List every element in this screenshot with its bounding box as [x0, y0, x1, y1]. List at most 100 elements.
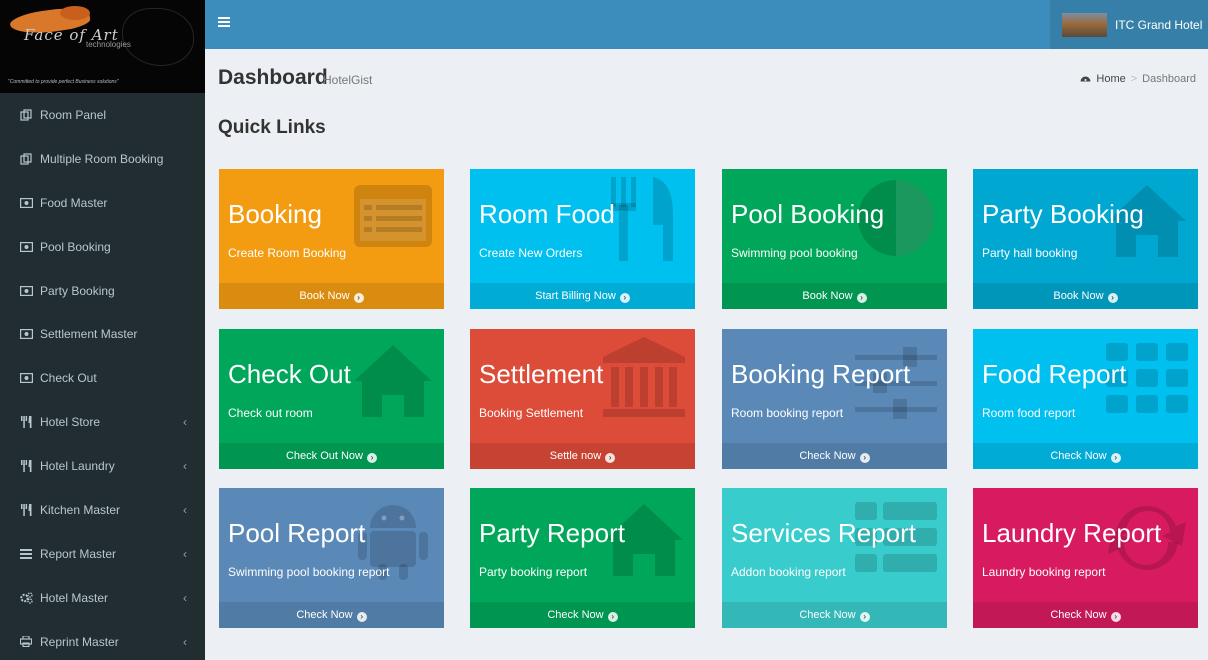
tile-subtitle: Create New Orders: [479, 246, 583, 260]
tile-party-report[interactable]: Party Report Party booking report Check …: [470, 488, 695, 628]
tile-party-booking[interactable]: Party Booking Party hall booking Book No…: [973, 169, 1198, 309]
sidebar-menu: Room Panel Multiple Room Booking Food Ma…: [0, 93, 205, 660]
tile-footer-link[interactable]: Check Now ›: [973, 443, 1198, 469]
tile-settlement[interactable]: Settlement Booking Settlement Settle now…: [470, 329, 695, 469]
sidebar-item-party-booking[interactable]: Party Booking: [0, 269, 205, 313]
arrow-circle-right-icon: ›: [607, 612, 618, 622]
money-icon: [19, 241, 33, 253]
arrow-circle-right-icon: ›: [1107, 293, 1118, 303]
sidebar-item-food-master[interactable]: Food Master: [0, 181, 205, 225]
print-icon: [19, 636, 33, 648]
tile-laundry-report[interactable]: Laundry Report Laundry booking report Ch…: [973, 488, 1198, 628]
tile-footer-link[interactable]: Check Now ›: [470, 602, 695, 628]
sidebar-item-pool-booking[interactable]: Pool Booking: [0, 225, 205, 269]
sidebar-item-label: Party Booking: [40, 283, 115, 298]
tile-footer-link[interactable]: Check Out Now ›: [219, 443, 444, 469]
chevron-left-icon: ‹: [183, 546, 187, 561]
sidebar-item-report-master[interactable]: Report Master ‹: [0, 532, 205, 576]
arrow-circle-right-icon: ›: [859, 612, 870, 622]
user-menu[interactable]: ITC Grand Hotel: [1050, 0, 1208, 49]
money-icon: [19, 372, 33, 384]
sidebar-item-settlement-master[interactable]: Settlement Master: [0, 312, 205, 356]
page-subtitle: HotelGist: [323, 73, 373, 87]
sidebar-item-hotel-store[interactable]: Hotel Store ‹: [0, 400, 205, 444]
tile-title: Laundry Report: [982, 518, 1162, 548]
tile-footer-label: Book Now: [1053, 290, 1104, 302]
sidebar-item-kitchen-master[interactable]: Kitchen Master ‹: [0, 488, 205, 532]
tile-room-food[interactable]: Room Food Create New Orders Start Billin…: [470, 169, 695, 309]
tile-check-out[interactable]: Check Out Check out room Check Out Now ›: [219, 329, 444, 469]
user-name: ITC Grand Hotel: [1115, 17, 1203, 32]
sidebar-item-multiple-room-booking[interactable]: Multiple Room Booking: [0, 137, 205, 181]
tile-footer-label: Settle now: [549, 450, 602, 462]
chevron-left-icon: ‹: [183, 590, 187, 605]
sidebar-item-reprint-master[interactable]: Reprint Master ‹: [0, 620, 205, 660]
sidebar-item-hotel-laundry[interactable]: Hotel Laundry ‹: [0, 444, 205, 488]
tile-footer-link[interactable]: Book Now ›: [722, 283, 947, 309]
tile-title: Pool Booking: [731, 199, 885, 229]
cutlery-icon: [19, 503, 33, 516]
tile-footer-link[interactable]: Start Billing Now ›: [470, 283, 695, 309]
tile-booking-report[interactable]: Booking Report Room booking report Check…: [722, 329, 947, 469]
logo-swoosh-accent: [60, 6, 90, 20]
sidebar-item-label: Report Master: [40, 546, 117, 561]
tile-subtitle: Party booking report: [479, 565, 588, 579]
tile-title: Room Food: [479, 199, 615, 229]
tile-footer-label: Check Out Now: [285, 450, 363, 462]
tile-title: Party Report: [479, 518, 625, 548]
tile-footer-link[interactable]: Book Now ›: [973, 283, 1198, 309]
tile-subtitle: Swimming pool booking: [731, 246, 858, 260]
tile-food-report[interactable]: Food Report Room food report Check Now ›: [973, 329, 1198, 469]
money-icon: [19, 328, 33, 340]
bank-icon: [601, 335, 687, 421]
tile-subtitle: Party hall booking: [982, 246, 1078, 260]
sidebar-item-room-panel[interactable]: Room Panel: [0, 93, 205, 137]
tile-footer-link[interactable]: Check Now ›: [219, 602, 444, 628]
tile-footer-label: Check Now: [547, 609, 604, 621]
chevron-left-icon: ‹: [183, 459, 187, 474]
rooms-icon: [19, 109, 33, 121]
tile-footer-link[interactable]: Settle now ›: [470, 443, 695, 469]
tile-footer-label: Book Now: [802, 290, 853, 302]
hamburger-icon[interactable]: [218, 14, 230, 32]
tile-subtitle: Room food report: [982, 406, 1076, 420]
list-icon: [19, 548, 33, 560]
tile-footer-link[interactable]: Book Now ›: [219, 283, 444, 309]
sidebar-item-check-out[interactable]: Check Out: [0, 356, 205, 400]
breadcrumb: Home > Dashboard: [1080, 73, 1196, 85]
tile-services-report[interactable]: Services Report Addon booking report Che…: [722, 488, 947, 628]
tile-footer-label: Check Now: [799, 609, 856, 621]
sidebar: Face of Art technologies "Committed to p…: [0, 0, 205, 660]
chevron-left-icon: ‹: [183, 415, 187, 430]
tile-title: Booking: [228, 199, 322, 229]
tile-pool-report[interactable]: Pool Report Swimming pool booking report…: [219, 488, 444, 628]
sidebar-item-label: Check Out: [40, 371, 97, 386]
tile-footer-label: Check Now: [296, 609, 353, 621]
tile-pool-booking[interactable]: Pool Booking Swimming pool booking Book …: [722, 169, 947, 309]
tile-subtitle: Addon booking report: [731, 565, 846, 579]
arrow-circle-right-icon: ›: [619, 293, 630, 303]
breadcrumb-home-link[interactable]: Home: [1096, 73, 1125, 85]
sidebar-item-label: Multiple Room Booking: [40, 151, 164, 166]
tile-footer-link[interactable]: Check Now ›: [722, 443, 947, 469]
dashboard-icon: [1080, 73, 1091, 85]
sidebar-item-label: Reprint Master: [40, 634, 119, 649]
money-icon: [19, 285, 33, 297]
gears-icon: [19, 592, 33, 604]
arrow-circle-right-icon: ›: [356, 612, 367, 622]
arrow-circle-right-icon: ›: [367, 453, 378, 463]
chevron-left-icon: ‹: [183, 634, 187, 649]
section-title: Quick Links: [218, 117, 326, 138]
page-title: Dashboard: [218, 66, 328, 89]
sidebar-item-label: Kitchen Master: [40, 502, 121, 517]
tile-footer-link[interactable]: Check Now ›: [973, 602, 1198, 628]
tile-footer-link[interactable]: Check Now ›: [722, 602, 947, 628]
tile-subtitle: Laundry booking report: [982, 565, 1106, 579]
tile-subtitle: Booking Settlement: [479, 406, 584, 420]
tile-booking[interactable]: Booking Create Room Booking Book Now ›: [219, 169, 444, 309]
sidebar-item-hotel-master[interactable]: Hotel Master ‹: [0, 576, 205, 620]
company-logo[interactable]: Face of Art technologies "Committed to p…: [0, 0, 205, 93]
calendar-list-icon: [350, 175, 436, 261]
logo-tagline: "Committed to provide perfect Business s…: [8, 79, 119, 85]
sidebar-item-label: Settlement Master: [40, 327, 138, 342]
